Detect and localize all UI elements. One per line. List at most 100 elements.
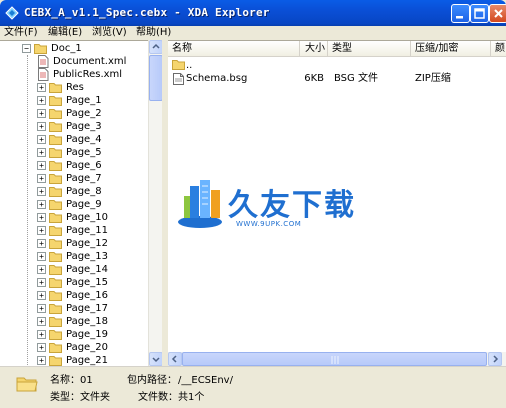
tree-item-file[interactable]: PublicRes.xml bbox=[0, 68, 148, 81]
tree-item-label: Page_4 bbox=[66, 134, 102, 145]
expand-icon[interactable]: + bbox=[37, 187, 46, 196]
tree-item-file[interactable]: Document.xml bbox=[0, 55, 148, 68]
column-color[interactable]: 颜 bbox=[491, 41, 506, 57]
tree-item-label: Page_16 bbox=[66, 290, 108, 301]
tree-item-folder[interactable]: + Page_4 bbox=[0, 133, 148, 146]
close-button[interactable] bbox=[489, 4, 506, 23]
expand-icon[interactable]: + bbox=[37, 278, 46, 287]
expand-icon[interactable]: + bbox=[37, 343, 46, 352]
tree-item-folder[interactable]: + Page_21 bbox=[0, 354, 148, 366]
tree-item-folder[interactable]: + Page_15 bbox=[0, 276, 148, 289]
expand-icon[interactable]: + bbox=[37, 330, 46, 339]
tree-item-folder[interactable]: + Page_8 bbox=[0, 185, 148, 198]
watermark-text: 久友下载 bbox=[228, 188, 356, 223]
expand-icon[interactable]: + bbox=[37, 122, 46, 131]
minimize-button[interactable] bbox=[451, 4, 470, 23]
tree-item-folder[interactable]: + Page_7 bbox=[0, 172, 148, 185]
folder-icon bbox=[49, 278, 62, 288]
tree-item-folder[interactable]: + Page_6 bbox=[0, 159, 148, 172]
tree-item-folder[interactable]: + Page_16 bbox=[0, 289, 148, 302]
expand-icon[interactable]: + bbox=[37, 213, 46, 222]
tree-item-root[interactable]: − Doc_1 bbox=[0, 42, 148, 55]
expand-icon[interactable]: + bbox=[37, 83, 46, 92]
menu-help[interactable]: 帮助(H) bbox=[136, 26, 171, 40]
expand-icon[interactable]: + bbox=[37, 148, 46, 157]
status-path-label: 包内路径： bbox=[127, 375, 177, 386]
chevron-left-icon bbox=[171, 355, 177, 363]
tree-item-label: Page_9 bbox=[66, 199, 102, 210]
folder-icon bbox=[49, 161, 62, 171]
expand-icon[interactable]: + bbox=[37, 174, 46, 183]
folder-icon bbox=[49, 291, 62, 301]
tree-item-folder[interactable]: + Page_19 bbox=[0, 328, 148, 341]
collapse-icon[interactable]: − bbox=[22, 44, 31, 53]
tree-item-label: Page_13 bbox=[66, 251, 108, 262]
expand-icon[interactable]: + bbox=[37, 356, 46, 365]
list-header: 名称 大小 类型 压缩/加密 颜 bbox=[168, 41, 506, 57]
column-type[interactable]: 类型 bbox=[328, 41, 411, 57]
folder-icon bbox=[49, 239, 62, 249]
menu-file-label: 文件 bbox=[4, 27, 24, 38]
expand-icon[interactable]: + bbox=[37, 304, 46, 313]
tree-item-label: Page_5 bbox=[66, 147, 102, 158]
tree-item-folder[interactable]: + Page_9 bbox=[0, 198, 148, 211]
expand-icon[interactable]: + bbox=[37, 200, 46, 209]
scroll-down-button[interactable] bbox=[149, 352, 163, 366]
tree-scrollbar[interactable] bbox=[148, 40, 163, 366]
tree-item-folder[interactable]: + Page_11 bbox=[0, 224, 148, 237]
column-compression[interactable]: 压缩/加密 bbox=[411, 41, 491, 57]
expand-icon[interactable]: + bbox=[37, 109, 46, 118]
tree-item-folder[interactable]: + Page_1 bbox=[0, 94, 148, 107]
expand-icon[interactable]: + bbox=[37, 317, 46, 326]
tree-item-label: Page_14 bbox=[66, 264, 108, 275]
tree-item-label: Page_20 bbox=[66, 342, 108, 353]
scroll-right-button[interactable] bbox=[488, 352, 502, 366]
expand-icon[interactable]: + bbox=[37, 265, 46, 274]
folder-icon bbox=[49, 252, 62, 262]
folder-icon bbox=[49, 343, 62, 353]
tree-item-folder[interactable]: + Page_17 bbox=[0, 302, 148, 315]
title-bar[interactable]: CEBX_A_v1.1_Spec.cebx - XDA Explorer bbox=[0, 0, 506, 26]
tree-item-folder[interactable]: + Page_5 bbox=[0, 146, 148, 159]
tree-item-folder[interactable]: + Page_3 bbox=[0, 120, 148, 133]
folder-icon bbox=[49, 135, 62, 145]
tree-item-folder[interactable]: + Page_13 bbox=[0, 250, 148, 263]
menu-edit-label: 编辑 bbox=[48, 27, 68, 38]
expand-icon[interactable]: + bbox=[37, 239, 46, 248]
scroll-up-button[interactable] bbox=[149, 40, 163, 54]
list-item-parent[interactable]: .. bbox=[168, 58, 506, 72]
tree-item-folder[interactable]: + Page_2 bbox=[0, 107, 148, 120]
list-item[interactable]: Schema.bsg 6KB BSG 文件 ZIP压缩 bbox=[168, 72, 506, 86]
expand-icon[interactable]: + bbox=[37, 291, 46, 300]
column-name[interactable]: 名称 bbox=[168, 41, 300, 57]
hscroll-thumb[interactable] bbox=[182, 352, 487, 366]
menu-edit[interactable]: 编辑(E) bbox=[48, 26, 82, 40]
tree-item-folder[interactable]: + Page_20 bbox=[0, 341, 148, 354]
list-hscrollbar[interactable] bbox=[168, 352, 506, 366]
menu-view[interactable]: 浏览(V) bbox=[92, 26, 127, 40]
menu-file[interactable]: 文件(F) bbox=[4, 26, 38, 40]
maximize-button[interactable] bbox=[470, 4, 489, 23]
menu-view-label: 浏览 bbox=[92, 27, 112, 38]
tree-item-folder[interactable]: + Res bbox=[0, 81, 148, 94]
folder-icon bbox=[49, 356, 62, 366]
expand-icon[interactable]: + bbox=[37, 161, 46, 170]
tree-item-folder[interactable]: + Page_12 bbox=[0, 237, 148, 250]
tree-item-label: Page_2 bbox=[66, 108, 102, 119]
expand-icon[interactable]: + bbox=[37, 96, 46, 105]
folder-tree[interactable]: − Doc_1 Document.xml PublicRes.xml + Res + Pa… bbox=[0, 40, 148, 366]
expand-icon[interactable]: + bbox=[37, 226, 46, 235]
chevron-up-icon bbox=[152, 43, 160, 49]
expand-icon[interactable]: + bbox=[37, 135, 46, 144]
scroll-thumb[interactable] bbox=[149, 55, 163, 101]
tree-item-folder[interactable]: + Page_10 bbox=[0, 211, 148, 224]
scroll-left-button[interactable] bbox=[168, 352, 182, 366]
tree-item-label: Page_15 bbox=[66, 277, 108, 288]
tree-item-label: Page_11 bbox=[66, 225, 108, 236]
tree-item-label: Page_19 bbox=[66, 329, 108, 340]
tree-item-folder[interactable]: + Page_18 bbox=[0, 315, 148, 328]
tree-item-folder[interactable]: + Page_14 bbox=[0, 263, 148, 276]
column-size[interactable]: 大小 bbox=[300, 41, 328, 57]
expand-icon[interactable]: + bbox=[37, 252, 46, 261]
tree-item-label: Page_12 bbox=[66, 238, 108, 249]
